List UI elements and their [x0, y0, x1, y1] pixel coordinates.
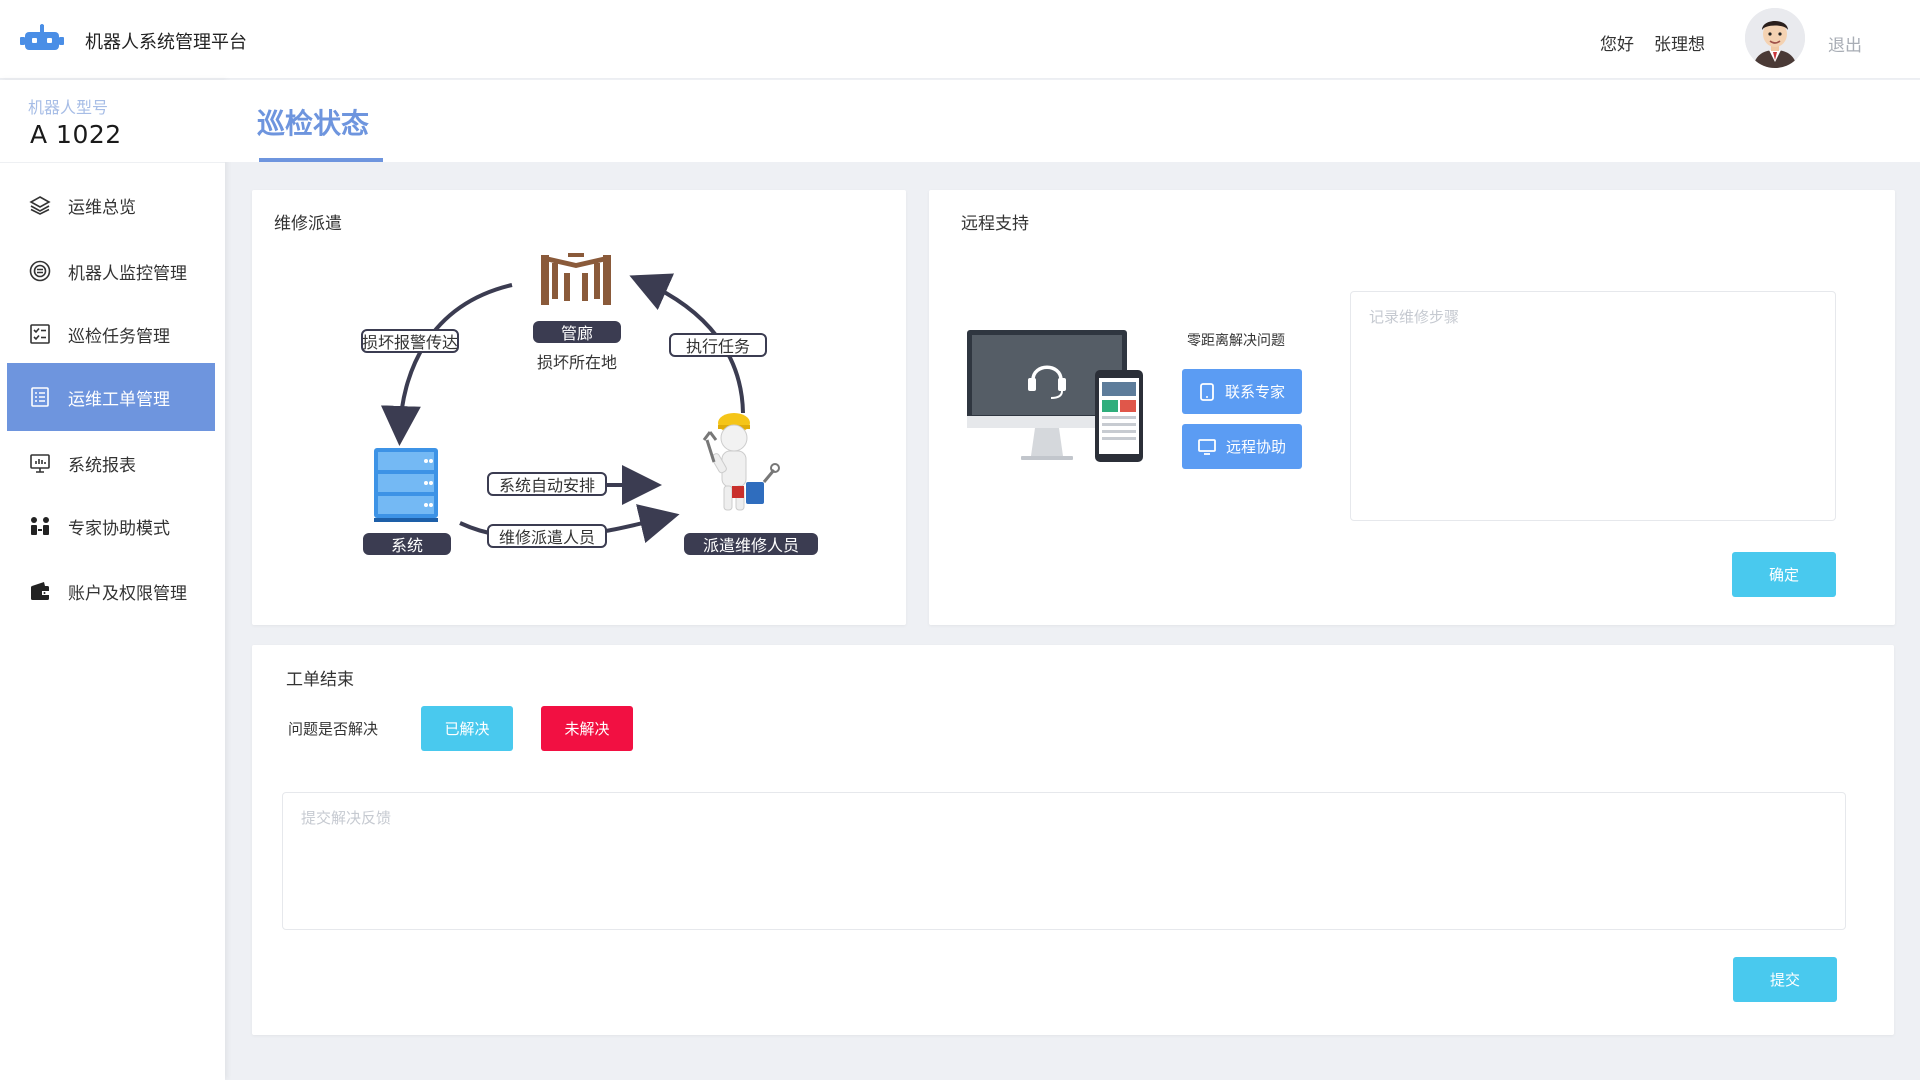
- utility-tunnel-icon: [541, 253, 611, 305]
- location-caption: 损坏所在地: [536, 353, 617, 372]
- execute-task-label: 执行任务: [669, 333, 767, 357]
- screen-report-icon: [28, 451, 52, 475]
- feedback-textarea[interactable]: [282, 792, 1846, 930]
- sidebar: 机器人型号 A 1022 运维总览 机器人监控管理 巡检任务管理 运维工单管理 …: [0, 80, 225, 1080]
- robot-icon: [20, 24, 64, 50]
- remote-devices-illustration: [967, 330, 1143, 462]
- tab-underline: [259, 158, 383, 162]
- sidebar-item-overview[interactable]: 运维总览: [7, 171, 215, 239]
- auto-arrange-label: 系统自动安排: [487, 472, 607, 496]
- remote-title: 远程支持: [961, 214, 1029, 234]
- location-tag: 管廊: [533, 321, 621, 343]
- page-title: 巡检状态: [257, 107, 370, 140]
- app-title: 机器人系统管理平台: [85, 32, 247, 53]
- arrow-location-to-system: [380, 283, 513, 446]
- top-header: 机器人系统管理平台 您好 张理想 退出: [0, 0, 1920, 79]
- sidebar-item-reports[interactable]: 系统报表: [7, 429, 215, 497]
- remote-assist-label: 远程协助: [1225, 438, 1286, 456]
- title-strip: 巡检状态: [225, 80, 1920, 162]
- report-alarm-label: 损坏报警传达: [361, 329, 459, 353]
- sidebar-item-label: 运维总览: [68, 197, 136, 218]
- contact-expert-label: 联系专家: [1224, 383, 1285, 401]
- sidebar-item-expert-assist[interactable]: 专家协助模式: [7, 492, 215, 560]
- server-icon: [374, 448, 438, 522]
- sidebar-item-inspection-tasks[interactable]: 巡检任务管理: [7, 300, 215, 368]
- avatar[interactable]: [1745, 8, 1805, 68]
- confirm-button[interactable]: 确定: [1732, 552, 1836, 597]
- sidebar-item-accounts[interactable]: 账户及权限管理: [7, 557, 215, 625]
- closure-title: 工单结束: [286, 670, 354, 690]
- submit-button[interactable]: 提交: [1733, 957, 1837, 1002]
- repair-steps-textarea[interactable]: [1350, 291, 1836, 521]
- people-icon: [28, 514, 52, 538]
- logout-link[interactable]: 退出: [1828, 31, 1862, 56]
- worker-tag: 派遣维修人员: [684, 533, 818, 555]
- layers-icon: [28, 193, 52, 217]
- desktop-icon: [1198, 438, 1216, 455]
- sidebar-item-label: 巡检任务管理: [68, 326, 170, 347]
- model-value: A 1022: [30, 120, 122, 149]
- system-tag: 系统: [363, 533, 451, 555]
- sidebar-item-robot-monitor[interactable]: 机器人监控管理: [7, 237, 215, 305]
- dispatch-flow-diagram: [374, 253, 780, 544]
- monitor-circle-icon: [28, 259, 52, 283]
- work-order-closure-card: 工单结束 问题是否解决 已解决 未解决 提交: [252, 645, 1894, 1035]
- wallet-icon: [28, 579, 52, 603]
- sidebar-item-label: 专家协助模式: [68, 518, 170, 539]
- unresolved-button[interactable]: 未解决: [541, 706, 633, 751]
- dispatch-card: 维修派遣 损坏报警传达 管廊 损坏所在地 执行任务 系统自动安排 维修派遣人员 …: [252, 190, 906, 625]
- username-text[interactable]: 张理想: [1654, 30, 1705, 55]
- resolved-button[interactable]: 已解决: [421, 706, 513, 751]
- sidebar-item-work-orders[interactable]: 运维工单管理: [7, 363, 215, 431]
- contact-expert-button[interactable]: 联系专家: [1182, 369, 1302, 414]
- checklist-icon: [28, 322, 52, 346]
- greeting-text: 您好: [1600, 35, 1634, 55]
- remote-support-card: 远程支持 零距离解决问题 联系专家 远程协助 确定: [929, 190, 1895, 625]
- sidebar-item-label: 系统报表: [68, 455, 136, 476]
- document-list-icon: [28, 385, 52, 409]
- sidebar-item-label: 账户及权限管理: [68, 583, 187, 604]
- model-label: 机器人型号: [28, 98, 109, 117]
- divider: [0, 162, 225, 163]
- sidebar-item-label: 机器人监控管理: [68, 263, 187, 284]
- sidebar-item-label: 运维工单管理: [68, 389, 170, 410]
- remote-assist-button[interactable]: 远程协助: [1182, 424, 1302, 469]
- remote-caption: 零距离解决问题: [1187, 333, 1285, 349]
- mobile-icon: [1200, 382, 1214, 401]
- repair-worker-icon: [702, 413, 780, 511]
- dispatch-personnel-label: 维修派遣人员: [487, 524, 607, 548]
- resolved-question: 问题是否解决: [288, 720, 379, 738]
